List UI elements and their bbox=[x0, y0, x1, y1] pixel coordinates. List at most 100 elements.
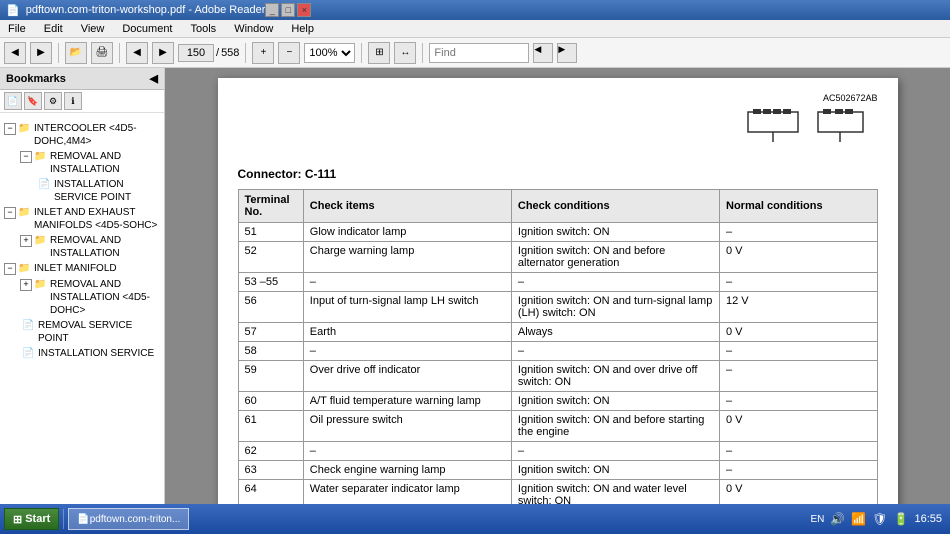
toolbar-separator-4 bbox=[361, 43, 362, 63]
zoom-in-button[interactable]: + bbox=[252, 42, 274, 64]
header-normal-conditions: Normal conditions bbox=[720, 190, 878, 223]
menu-bar: File Edit View Document Tools Window Hel… bbox=[0, 20, 950, 38]
taskbar: ⊞ Start 📄 pdftown.com-triton... EN 🔊 📶 🛡… bbox=[0, 504, 950, 534]
table-row: 61 Oil pressure switch Ignition switch: … bbox=[238, 411, 877, 442]
menu-window[interactable]: Window bbox=[230, 23, 277, 35]
zoom-select[interactable]: 100% 75% 150% bbox=[304, 43, 355, 63]
tree-children-removal-1: 📄 INSTALLATION SERVICE POINT bbox=[18, 177, 162, 205]
network-icon[interactable]: 📶 bbox=[851, 512, 866, 526]
fit-width-button[interactable]: ↔ bbox=[394, 42, 416, 64]
find-prev-button[interactable]: ◀ bbox=[533, 43, 553, 63]
tree-item-intercooler: − 📁 INTERCOOLER <4D5-DOHC,4M4> − 📁 REMOV… bbox=[2, 121, 162, 205]
find-next-button[interactable]: ▶ bbox=[557, 43, 577, 63]
cell-normal: – bbox=[720, 392, 878, 411]
sidebar-content: − 📁 INTERCOOLER <4D5-DOHC,4M4> − 📁 REMOV… bbox=[0, 117, 164, 504]
page-number-display: / 558 bbox=[178, 44, 239, 62]
forward-button[interactable]: ▶ bbox=[30, 42, 52, 64]
tree-toggle-removal-2[interactable]: + bbox=[20, 235, 32, 247]
tree-toggle-inlet-manifold[interactable]: − bbox=[4, 263, 16, 275]
open-button[interactable]: 📂 bbox=[65, 42, 87, 64]
title-bar-title: pdftown.com-triton-workshop.pdf - Adobe … bbox=[26, 4, 266, 16]
tree-doc-icon-1: 📄 bbox=[38, 178, 52, 192]
cell-terminal: 57 bbox=[238, 323, 303, 342]
table-row: 56 Input of turn-signal lamp LH switch I… bbox=[238, 292, 877, 323]
tree-toggle-intercooler[interactable]: − bbox=[4, 123, 16, 135]
diagram-box: AC502672AB bbox=[678, 93, 878, 162]
next-page-button[interactable]: ▶ bbox=[152, 42, 174, 64]
sidebar-icons-row: 📄 🔖 ⚙ ℹ bbox=[0, 90, 164, 113]
maximize-button[interactable]: □ bbox=[281, 3, 295, 17]
back-button[interactable]: ◀ bbox=[4, 42, 26, 64]
cell-normal: – bbox=[720, 223, 878, 242]
tree-toggle-removal-1[interactable]: − bbox=[20, 151, 32, 163]
print-button[interactable]: 🖨 bbox=[91, 42, 113, 64]
toolbar-separator-3 bbox=[245, 43, 246, 63]
header-terminal: Terminal No. bbox=[238, 190, 303, 223]
volume-icon[interactable]: 🔊 bbox=[830, 512, 845, 526]
start-button[interactable]: ⊞ Start bbox=[4, 508, 59, 530]
sidebar-settings-icon[interactable]: ⚙ bbox=[44, 92, 62, 110]
sidebar-bookmark-icon[interactable]: 🔖 bbox=[24, 92, 42, 110]
tree-toggle-removal-3[interactable]: + bbox=[20, 279, 32, 291]
cell-check-items: Glow indicator lamp bbox=[303, 223, 511, 242]
menu-document[interactable]: Document bbox=[118, 23, 176, 35]
cell-normal: 0 V bbox=[720, 480, 878, 505]
table-row: 64 Water separater indicator lamp Igniti… bbox=[238, 480, 877, 505]
minimize-button[interactable]: _ bbox=[265, 3, 279, 17]
cell-check-conditions: Ignition switch: ON bbox=[511, 461, 719, 480]
security-icon[interactable]: 🛡 bbox=[872, 512, 887, 526]
tree-children-intercooler: − 📁 REMOVAL AND INSTALLATION 📄 INSTALLAT… bbox=[2, 149, 162, 205]
table-body: 51 Glow indicator lamp Ignition switch: … bbox=[238, 223, 877, 505]
cell-check-conditions: – bbox=[511, 273, 719, 292]
sidebar-header: Bookmarks ◀ bbox=[0, 68, 164, 90]
window-controls: _ □ × bbox=[265, 3, 311, 17]
cell-normal: 12 V bbox=[720, 292, 878, 323]
sidebar-page-icon[interactable]: 📄 bbox=[4, 92, 22, 110]
cell-terminal: 64 bbox=[238, 480, 303, 505]
prev-page-button[interactable]: ◀ bbox=[126, 42, 148, 64]
cell-check-items: Check engine warning lamp bbox=[303, 461, 511, 480]
find-input[interactable] bbox=[429, 43, 529, 63]
cell-terminal: 63 bbox=[238, 461, 303, 480]
cell-terminal: 51 bbox=[238, 223, 303, 242]
close-button[interactable]: × bbox=[297, 3, 311, 17]
menu-tools[interactable]: Tools bbox=[187, 23, 221, 35]
tree-toggle-inlet-exhaust[interactable]: − bbox=[4, 207, 16, 219]
sidebar-collapse-icon[interactable]: ◀ bbox=[150, 72, 158, 85]
cell-terminal: 62 bbox=[238, 442, 303, 461]
fit-page-button[interactable]: ⊞ bbox=[368, 42, 390, 64]
menu-edit[interactable]: Edit bbox=[40, 23, 67, 35]
cell-check-conditions: – bbox=[511, 342, 719, 361]
battery-icon[interactable]: 🔋 bbox=[894, 512, 909, 526]
menu-file[interactable]: File bbox=[4, 23, 30, 35]
connector-label: Connector: C-111 bbox=[238, 167, 878, 181]
sidebar-title: Bookmarks bbox=[6, 73, 66, 85]
taskbar-right: EN 🔊 📶 🛡 🔋 16:55 bbox=[806, 512, 946, 526]
cell-check-conditions: Ignition switch: ON bbox=[511, 223, 719, 242]
title-bar: 📄 pdftown.com-triton-workshop.pdf - Adob… bbox=[0, 0, 950, 20]
menu-view[interactable]: View bbox=[77, 23, 109, 35]
table-row: 51 Glow indicator lamp Ignition switch: … bbox=[238, 223, 877, 242]
start-label: Start bbox=[25, 513, 50, 525]
table-row: 57 Earth Always 0 V bbox=[238, 323, 877, 342]
windows-logo-icon: ⊞ bbox=[13, 513, 22, 526]
tree-label-inlet-manifold: INLET MANIFOLD bbox=[34, 262, 117, 275]
page-number-input[interactable] bbox=[178, 44, 214, 62]
menu-help[interactable]: Help bbox=[287, 23, 318, 35]
table-row: 52 Charge warning lamp Ignition switch: … bbox=[238, 242, 877, 273]
tree-children-inlet-exhaust: + 📁 REMOVAL AND INSTALLATION bbox=[2, 233, 162, 261]
tree-label-install-service-2: INSTALLATION SERVICE bbox=[38, 347, 154, 360]
cell-terminal: 56 bbox=[238, 292, 303, 323]
cell-terminal: 59 bbox=[238, 361, 303, 392]
toolbar-separator-5 bbox=[422, 43, 423, 63]
taskbar-apps: 📄 pdftown.com-triton... bbox=[68, 508, 802, 530]
cell-check-items: – bbox=[303, 342, 511, 361]
tree-label-install-service: INSTALLATION SERVICE POINT bbox=[54, 178, 160, 204]
zoom-out-button[interactable]: − bbox=[278, 42, 300, 64]
taskbar-app-pdf[interactable]: 📄 pdftown.com-triton... bbox=[68, 508, 189, 530]
table-row: 62 – – – bbox=[238, 442, 877, 461]
cell-check-conditions: Ignition switch: ON bbox=[511, 392, 719, 411]
cell-check-conditions: Ignition switch: ON and before starting … bbox=[511, 411, 719, 442]
toolbar-separator-2 bbox=[119, 43, 120, 63]
sidebar-info-icon[interactable]: ℹ bbox=[64, 92, 82, 110]
